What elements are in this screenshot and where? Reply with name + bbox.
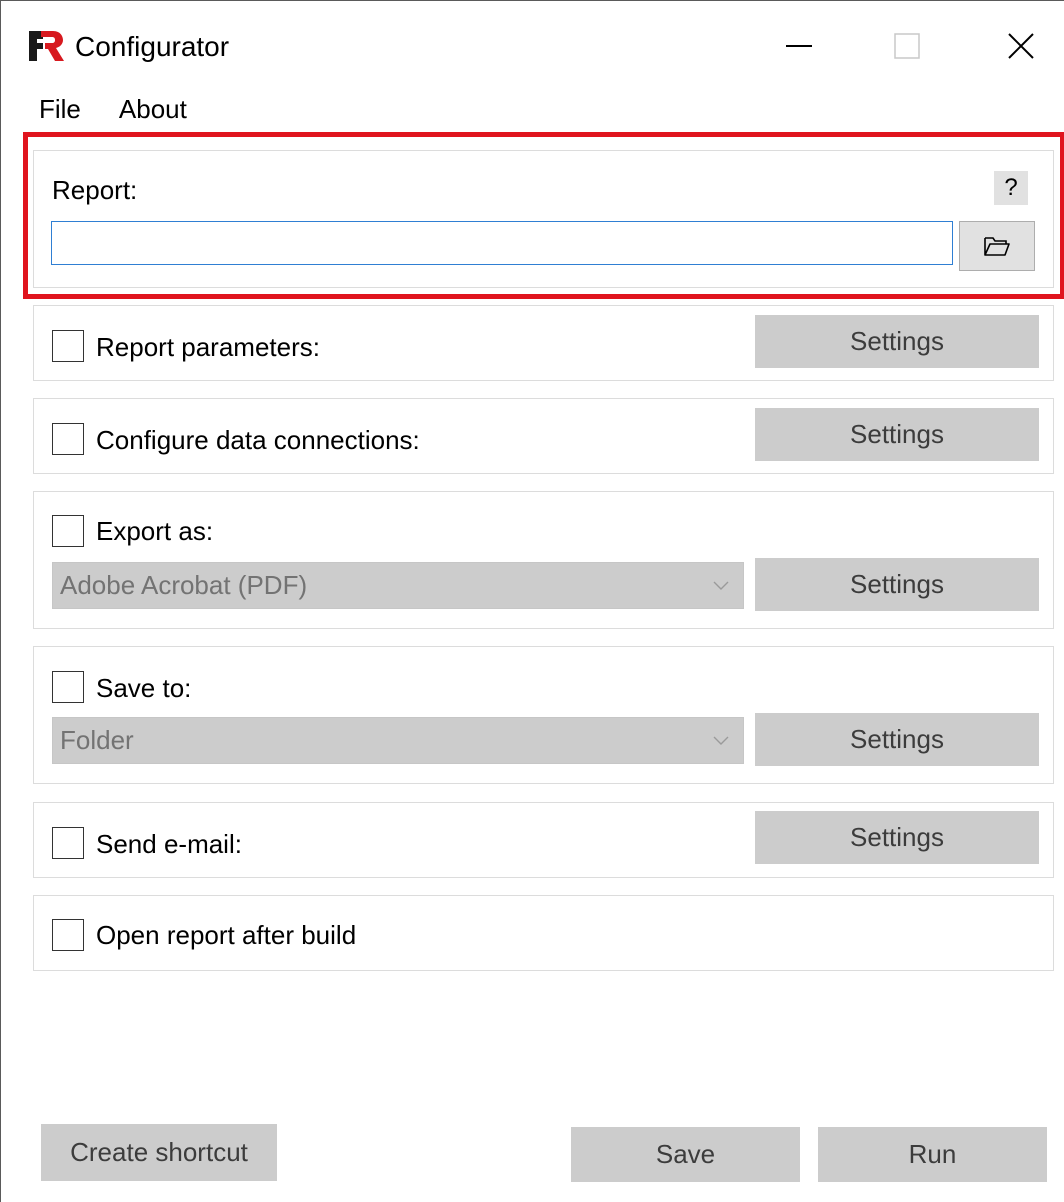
send-email-group: Send e-mail: Settings xyxy=(33,802,1054,878)
export-as-label: Export as: xyxy=(96,516,214,546)
chevron-down-icon xyxy=(713,581,729,590)
menu-file[interactable]: File xyxy=(27,89,93,129)
close-button[interactable] xyxy=(989,23,1053,69)
report-parameters-settings-button[interactable]: Settings xyxy=(755,315,1039,368)
window-title: Configurator xyxy=(75,31,230,62)
export-format-select[interactable]: Adobe Acrobat (PDF) xyxy=(52,562,744,609)
export-format-value: Adobe Acrobat (PDF) xyxy=(60,570,308,600)
save-button[interactable]: Save xyxy=(571,1127,800,1182)
save-destination-value: Folder xyxy=(60,725,134,755)
open-after-build-label: Open report after build xyxy=(96,920,357,950)
save-to-group: Save to: Folder Settings xyxy=(33,646,1054,784)
data-connections-checkbox[interactable] xyxy=(52,423,84,455)
configurator-window: Configurator File About Report: ? Report… xyxy=(0,0,1064,1202)
run-button[interactable]: Run xyxy=(818,1127,1047,1182)
create-shortcut-button[interactable]: Create shortcut xyxy=(41,1124,277,1181)
app-logo-icon xyxy=(27,29,65,63)
export-as-checkbox[interactable] xyxy=(52,515,84,547)
report-parameters-label: Report parameters: xyxy=(96,332,320,362)
send-email-settings-button[interactable]: Settings xyxy=(755,811,1039,864)
data-connections-label: Configure data connections: xyxy=(96,425,420,455)
close-icon xyxy=(1008,33,1034,59)
send-email-label: Send e-mail: xyxy=(96,829,242,859)
menu-about[interactable]: About xyxy=(93,89,199,129)
minimize-button[interactable] xyxy=(767,23,831,69)
report-parameters-group: Report parameters: Settings xyxy=(33,305,1054,381)
menu-bar: File About xyxy=(27,89,199,129)
export-as-group: Export as: Adobe Acrobat (PDF) Settings xyxy=(33,491,1054,629)
open-after-build-group: Open report after build xyxy=(33,895,1054,971)
chevron-down-icon xyxy=(713,736,729,745)
highlight-frame xyxy=(23,132,1064,299)
maximize-icon xyxy=(894,33,920,59)
export-settings-button[interactable]: Settings xyxy=(755,558,1039,611)
save-to-settings-button[interactable]: Settings xyxy=(755,713,1039,766)
title-bar: Configurator xyxy=(1,1,1064,93)
minimize-icon xyxy=(786,45,812,47)
save-to-label: Save to: xyxy=(96,673,192,703)
report-parameters-checkbox[interactable] xyxy=(52,330,84,362)
send-email-checkbox[interactable] xyxy=(52,827,84,859)
data-connections-group: Configure data connections: Settings xyxy=(33,398,1054,474)
open-after-build-checkbox[interactable] xyxy=(52,919,84,951)
data-connections-settings-button[interactable]: Settings xyxy=(755,408,1039,461)
save-destination-select[interactable]: Folder xyxy=(52,717,744,764)
save-to-checkbox[interactable] xyxy=(52,671,84,703)
maximize-button[interactable] xyxy=(875,23,939,69)
